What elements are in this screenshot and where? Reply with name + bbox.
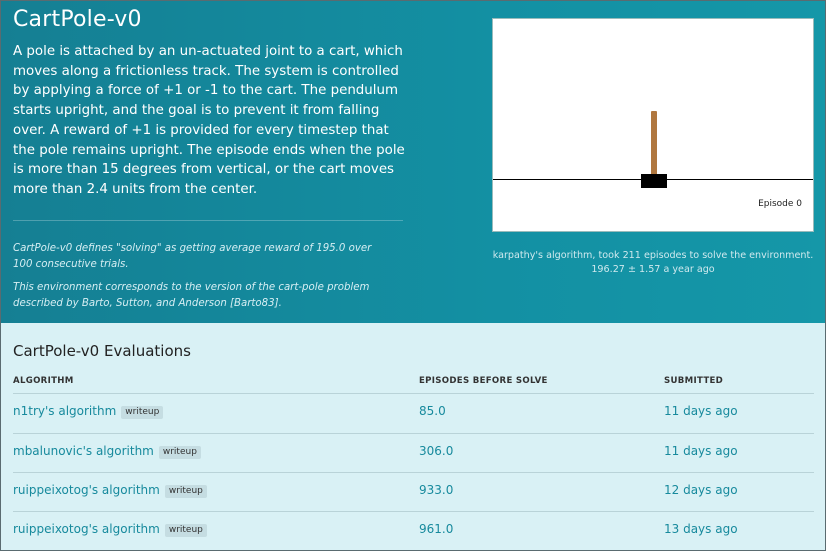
episodes-value[interactable]: 306.0 (419, 444, 453, 458)
version-note: This environment corresponds to the vers… (13, 282, 370, 309)
episode-video[interactable]: Episode 0 (492, 18, 814, 232)
solving-criteria-note: CartPole-v0 defines "solving" as getting… (13, 243, 372, 270)
submitted-time[interactable]: 12 days ago (664, 483, 738, 497)
video-caption: karpathy's algorithm, took 211 episodes … (492, 249, 814, 276)
cart (641, 174, 667, 188)
episodes-value[interactable]: 933.0 (419, 483, 453, 497)
submitted-time[interactable]: 11 days ago (664, 404, 738, 418)
evaluations-title: CartPole-v0 Evaluations (13, 342, 191, 360)
algorithm-name[interactable]: ruippeixotog's algorithm (13, 522, 160, 536)
evaluations-section: CartPole-v0 Evaluations ALGORITHM EPISOD… (1, 323, 825, 550)
algorithm-name[interactable]: mbalunovic's algorithm (13, 444, 154, 458)
table-row: n1try's algorithm writeup 85.0 11 days ag… (1, 394, 825, 432)
column-header-submitted: SUBMITTED (664, 376, 724, 386)
algorithm-link[interactable]: ruippeixotog's algorithm writeup (13, 522, 207, 537)
table-row: mbalunovic's algorithm writeup 306.0 11 d… (1, 434, 825, 472)
table-row: ruippeixotog's algorithm writeup 933.0 12… (1, 473, 825, 511)
episode-label: Episode 0 (758, 199, 802, 209)
algorithm-name[interactable]: ruippeixotog's algorithm (13, 483, 160, 497)
writeup-badge[interactable]: writeup (121, 406, 164, 419)
writeup-badge[interactable]: writeup (164, 485, 207, 498)
algorithm-link[interactable]: ruippeixotog's algorithm writeup (13, 483, 207, 498)
table-row: ruippeixotog's algorithm writeup 961.0 13… (1, 512, 825, 550)
algorithm-link[interactable]: n1try's algorithm writeup (13, 404, 164, 419)
column-header-episodes: EPISODES BEFORE SOLVE (419, 376, 548, 386)
algorithm-name[interactable]: n1try's algorithm (13, 404, 116, 418)
submitted-time[interactable]: 13 days ago (664, 522, 738, 536)
episodes-value[interactable]: 961.0 (419, 522, 453, 536)
writeup-badge[interactable]: writeup (164, 524, 207, 537)
episodes-value[interactable]: 85.0 (419, 404, 446, 418)
submitted-time[interactable]: 11 days ago (664, 444, 738, 458)
environment-description: A pole is attached by an un-actuated joi… (13, 44, 405, 197)
divider (13, 220, 403, 221)
writeup-badge[interactable]: writeup (158, 446, 201, 459)
page-frame: CartPole-v0 A pole is attached by an un-… (0, 0, 826, 551)
environment-header: CartPole-v0 A pole is attached by an un-… (1, 1, 825, 323)
pole (651, 111, 657, 181)
page-title: CartPole-v0 (13, 7, 142, 32)
algorithm-link[interactable]: mbalunovic's algorithm writeup (13, 444, 201, 459)
caption-text: , took 211 episodes to solve the environ… (591, 250, 814, 275)
column-header-algorithm: ALGORITHM (13, 376, 74, 386)
caption-algorithm-link[interactable]: karpathy's algorithm (493, 250, 593, 261)
